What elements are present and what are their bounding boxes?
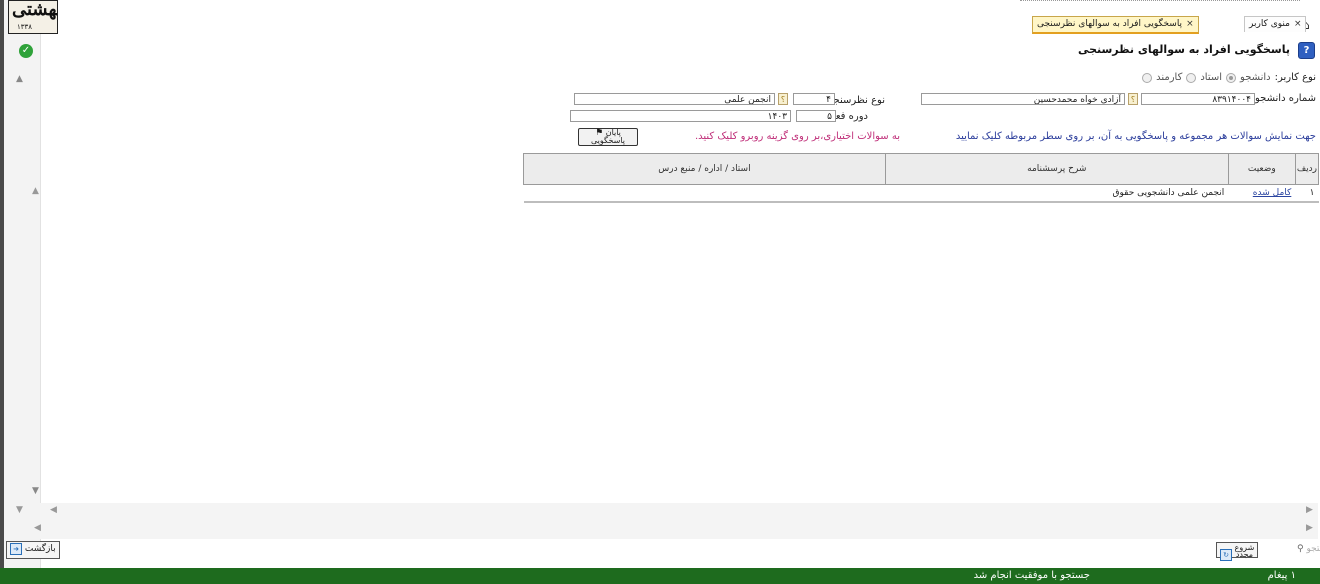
radio-student[interactable] [1226, 72, 1237, 83]
back-arrow-icon: ➜ [10, 542, 22, 555]
search-button[interactable]: جستجو ⚲ [1294, 542, 1320, 558]
status-message: جستجو با موفقیت انجام شد [973, 570, 1090, 581]
table-row[interactable]: ۱ کامل شده انجمن علمی دانشجویی حقوق [523, 184, 1319, 203]
optional-instruction-text: به سوالات اختیاری،بر روی گزینه روبرو کلی… [694, 131, 900, 142]
left-panel [0, 0, 41, 568]
close-icon[interactable]: × [1294, 19, 1302, 29]
refresh-icon: ↻ [1220, 548, 1232, 561]
help-icon[interactable]: ? [1298, 42, 1315, 59]
col-header-row-num: ردیف [1294, 153, 1320, 185]
tab-label: پاسخگویی افراد به سوالهای نظرسنجی [1037, 19, 1183, 29]
tab-label: منوی کاربر [1249, 19, 1290, 29]
radio-staff[interactable] [1142, 72, 1153, 83]
user-type-option-teacher[interactable]: استاد [1200, 72, 1222, 83]
user-type-option-student[interactable]: دانشجو [1240, 72, 1271, 83]
lookup-icon[interactable]: ؟ [1128, 93, 1138, 105]
survey-type-name-field[interactable]: انجمن علمی [574, 93, 775, 105]
student-name-field[interactable]: آزادی خواه محمدحسین [921, 93, 1125, 105]
user-type-label: نوع کاربر: [1274, 72, 1316, 83]
tab-survey[interactable]: ×پاسخگویی افراد به سوالهای نظرسنجی [1032, 16, 1199, 34]
instruction-text: جهت نمایش سوالات هر مجموعه و پاسخگویی به… [955, 131, 1316, 142]
back-button[interactable]: بازگشت ➜ [6, 541, 60, 559]
message-count[interactable]: ۱ پیغام [1268, 568, 1296, 584]
survey-type-code-field[interactable]: ۴ [793, 93, 835, 105]
scroll-down-icon[interactable]: ▼ [32, 486, 39, 496]
col-header-description: شرح پرسشنامه [884, 153, 1229, 185]
status-bar: ۱ پیغام جستجو با موفقیت انجام شد [0, 568, 1320, 584]
status-link[interactable]: کامل شده [1253, 188, 1292, 198]
page-title: پاسخگویی افراد به سوالهای نظرسنجی [1077, 43, 1290, 56]
scroll-up-icon[interactable]: ▲ [16, 74, 23, 84]
row-num: ۱ [1295, 184, 1319, 203]
user-type-group: نوع کاربر: دانشجو استاد کارمند [1142, 72, 1316, 83]
scroll-right-icon[interactable]: ▶ [1306, 505, 1313, 515]
scroll-right-icon[interactable]: ▶ [1306, 523, 1313, 533]
scroll-left-icon[interactable]: ◀ [50, 505, 57, 515]
finish-answering-button[interactable]: ⚑ پایان پاسخگویی [578, 128, 638, 146]
scroll-up-icon[interactable]: ▲ [32, 186, 39, 196]
scroll-left-icon[interactable]: ◀ [34, 523, 41, 533]
student-no-label: شماره دانشجو [1254, 93, 1316, 104]
scroll-down-icon[interactable]: ▼ [16, 505, 23, 515]
university-logo: بهشتی ۱۳۳۸ [8, 0, 58, 34]
logo-year: ۱۳۳۸ [17, 23, 33, 31]
restart-button[interactable]: شروع مجدد ↻ [1216, 542, 1259, 561]
row-description[interactable]: انجمن علمی دانشجویی حقوق [885, 184, 1229, 203]
success-check-icon: ✓ [19, 44, 33, 58]
left-edge-bar [0, 0, 4, 568]
row-status[interactable]: کامل شده [1228, 184, 1296, 203]
logo-text: بهشتی [12, 0, 58, 20]
radio-teacher[interactable] [1186, 72, 1197, 83]
active-term-num-field[interactable]: ۵ [796, 110, 836, 122]
close-icon[interactable]: × [1186, 19, 1194, 29]
top-divider [1020, 0, 1300, 7]
lookup-icon[interactable]: ؟ [778, 93, 788, 105]
active-term-year-field[interactable]: ۱۴۰۳ [570, 110, 791, 122]
tab-user-menu[interactable]: × منوی کاربر [1244, 16, 1307, 32]
col-header-status: وضعیت [1227, 153, 1296, 185]
row-source [523, 184, 886, 203]
user-type-option-staff[interactable]: کارمند [1156, 72, 1182, 83]
student-no-field[interactable]: ۸۳۹۱۴۰۰۴ [1141, 93, 1255, 105]
survey-table: ردیف وضعیت شرح پرسشنامه استاد / اداره / … [523, 153, 1320, 203]
binoculars-icon: ⚲ [1297, 544, 1304, 554]
horizontal-scrollbar[interactable]: ▼ ◀ ◀ ▶ ▶ [16, 503, 1318, 539]
col-header-source: استاد / اداره / منبع درس [523, 153, 886, 185]
